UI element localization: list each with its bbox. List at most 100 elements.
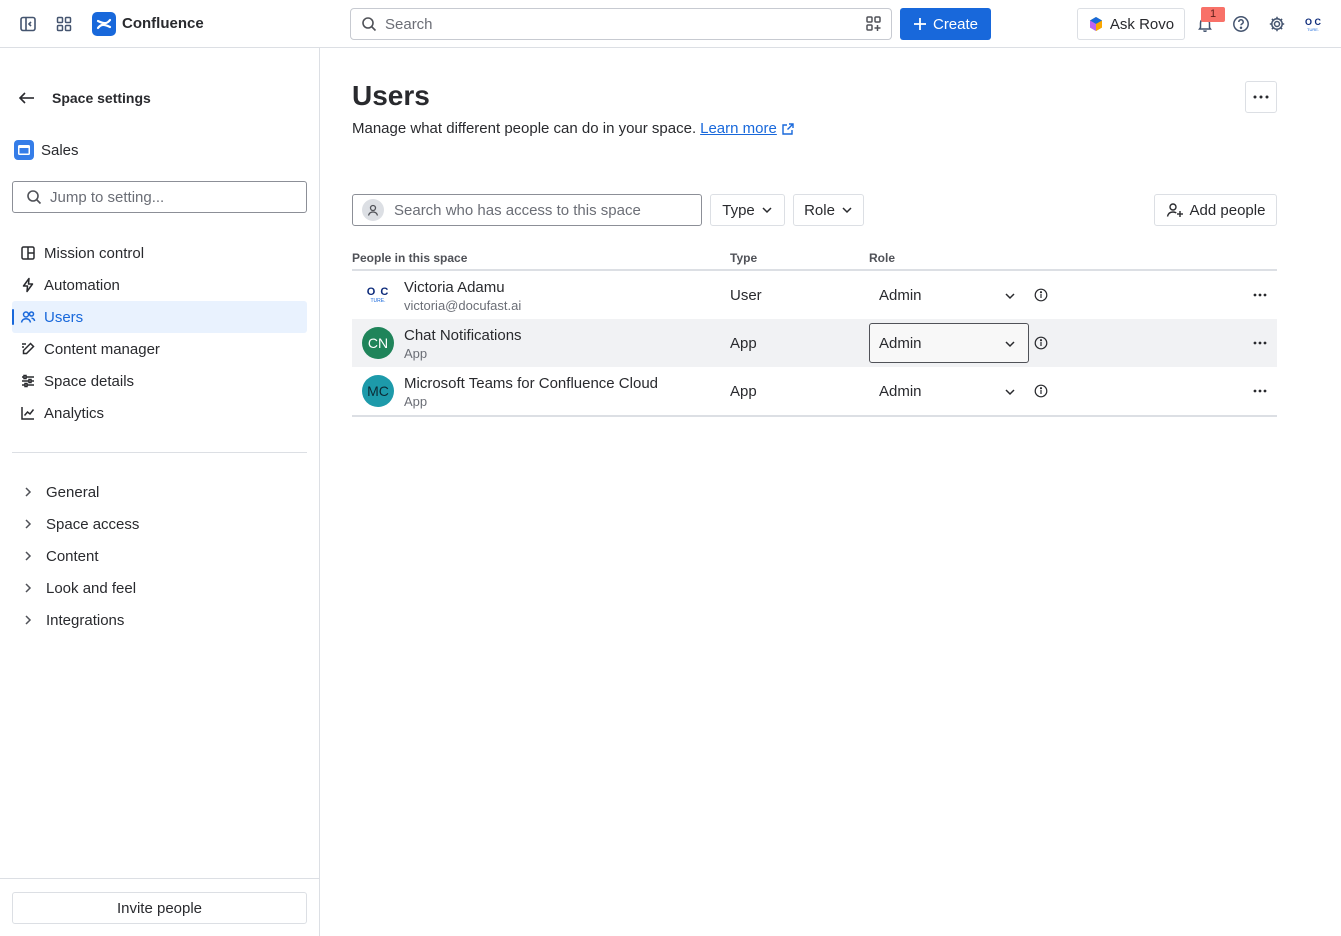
sidebar-footer-divider <box>0 878 319 879</box>
group-look-and-feel[interactable]: Look and feel <box>12 572 307 604</box>
person-subtitle: App <box>404 346 428 361</box>
person-icon <box>362 199 384 221</box>
add-people-label: Add people <box>1189 201 1266 219</box>
people-icon <box>20 309 36 325</box>
row-more-actions-icon[interactable] <box>1250 383 1270 399</box>
rovo-icon <box>1089 17 1102 31</box>
product-name[interactable]: Confluence <box>122 15 204 32</box>
chevron-down-icon <box>842 207 852 214</box>
group-general[interactable]: General <box>12 476 307 508</box>
group-space-access[interactable]: Space access <box>12 508 307 540</box>
confluence-logo-icon[interactable] <box>92 12 116 36</box>
add-people-button[interactable]: Add people <box>1154 194 1277 226</box>
external-link-icon[interactable] <box>781 122 795 136</box>
profile-avatar[interactable]: O C TURE. <box>1301 13 1325 37</box>
avatar: CN <box>362 327 394 359</box>
sidebar-item-mission-control[interactable]: Mission control <box>12 237 307 269</box>
role-select[interactable]: Admin <box>869 275 1029 315</box>
avatar-logo-subtext: TURE. <box>370 297 386 304</box>
people-search-placeholder: Search who has access to this space <box>394 201 641 219</box>
chevron-right-icon <box>22 486 34 498</box>
global-search-input[interactable]: Search <box>350 8 892 40</box>
sidebar-item-label: Mission control <box>44 244 145 262</box>
create-button[interactable]: Create <box>900 8 991 40</box>
space-settings-sidebar: Space settings Sales Jump to setting... … <box>0 48 320 936</box>
people-search-input[interactable]: Search who has access to this space <box>352 194 702 226</box>
search-icon <box>26 189 42 205</box>
person-type: App <box>730 335 757 352</box>
sidebar-item-content-manager[interactable]: Content manager <box>12 333 307 365</box>
invite-people-button[interactable]: Invite people <box>12 892 307 924</box>
info-icon[interactable] <box>1034 288 1048 302</box>
person-subtitle: App <box>404 394 428 409</box>
role-value: Admin <box>879 286 922 304</box>
group-label: Look and feel <box>46 579 137 597</box>
sidebar-item-automation[interactable]: Automation <box>12 269 307 301</box>
type-filter-dropdown[interactable]: Type <box>710 194 785 226</box>
sidebar-divider <box>12 452 307 453</box>
avatar-initials: CN <box>367 335 389 351</box>
table-header: People in this space Type Role <box>352 248 1277 271</box>
role-select[interactable]: Admin <box>869 371 1029 411</box>
jump-to-setting-input[interactable]: Jump to setting... <box>12 181 307 213</box>
sidebar-item-label: Users <box>44 308 84 326</box>
column-header-people[interactable]: People in this space <box>352 251 467 265</box>
group-label: Space access <box>46 515 140 533</box>
row-more-actions-icon[interactable] <box>1250 335 1270 351</box>
role-filter-label: Role <box>804 201 835 219</box>
notification-count-badge: 1 <box>1201 7 1225 22</box>
page-more-actions-button[interactable] <box>1245 81 1277 113</box>
ask-rovo-label: Ask Rovo <box>1109 15 1175 33</box>
sliders-icon <box>20 373 36 389</box>
help-icon[interactable] <box>1229 12 1253 36</box>
column-header-role[interactable]: Role <box>869 251 895 265</box>
chevron-down-icon <box>762 207 772 214</box>
person-name[interactable]: Microsoft Teams for Confluence Cloud <box>404 375 658 392</box>
sidebar-item-users[interactable]: Users <box>12 301 307 333</box>
settings-gear-icon[interactable] <box>1265 12 1289 36</box>
arrow-left-icon <box>18 92 34 104</box>
chevron-right-icon <box>22 582 34 594</box>
group-label: Integrations <box>46 611 125 629</box>
lightning-icon <box>20 277 36 293</box>
learn-more-link[interactable]: Learn more <box>700 120 777 137</box>
back-to-space[interactable]: Space settings <box>18 90 151 106</box>
page-description: Manage what different people can do in y… <box>352 120 795 137</box>
group-content[interactable]: Content <box>12 540 307 572</box>
avatar-logo-text: O C <box>366 285 390 298</box>
table-bottom-border <box>352 415 1277 417</box>
pencil-icon <box>20 341 36 357</box>
person-type: User <box>730 287 762 304</box>
chevron-right-icon <box>22 518 34 530</box>
table-row: CN Chat Notifications App App Admin <box>352 319 1277 367</box>
ask-rovo-button[interactable]: Ask Rovo <box>1077 8 1185 40</box>
sidebar-item-analytics[interactable]: Analytics <box>12 397 307 429</box>
avatar: O C TURE. <box>362 279 394 311</box>
search-filter-icon[interactable] <box>865 15 883 33</box>
sidebar-item-space-details[interactable]: Space details <box>12 365 307 397</box>
sidebar-item-label: Content manager <box>44 340 160 358</box>
space-folder-icon <box>14 140 34 160</box>
chevron-right-icon <box>22 614 34 626</box>
group-integrations[interactable]: Integrations <box>12 604 307 636</box>
column-header-type[interactable]: Type <box>730 251 757 265</box>
chevron-down-icon <box>1004 290 1016 302</box>
role-select[interactable]: Admin <box>869 323 1029 363</box>
info-icon[interactable] <box>1034 384 1048 398</box>
person-name[interactable]: Chat Notifications <box>404 327 522 344</box>
person-name[interactable]: Victoria Adamu <box>404 279 505 296</box>
plus-icon <box>913 18 926 30</box>
description-text: Manage what different people can do in y… <box>352 120 697 137</box>
sidebar-item-label: Automation <box>44 276 120 294</box>
sidebar-title: Space settings <box>52 90 151 106</box>
space-link[interactable]: Sales <box>14 140 79 160</box>
info-icon[interactable] <box>1034 336 1048 350</box>
more-horizontal-icon <box>1253 95 1269 99</box>
row-more-actions-icon[interactable] <box>1250 287 1270 303</box>
sidebar-toggle-icon[interactable] <box>16 12 40 36</box>
role-filter-dropdown[interactable]: Role <box>793 194 864 226</box>
group-label: General <box>46 483 100 501</box>
app-switcher-icon[interactable] <box>52 12 76 36</box>
person-email: victoria@docufast.ai <box>404 298 522 313</box>
chevron-down-icon <box>1004 338 1016 350</box>
